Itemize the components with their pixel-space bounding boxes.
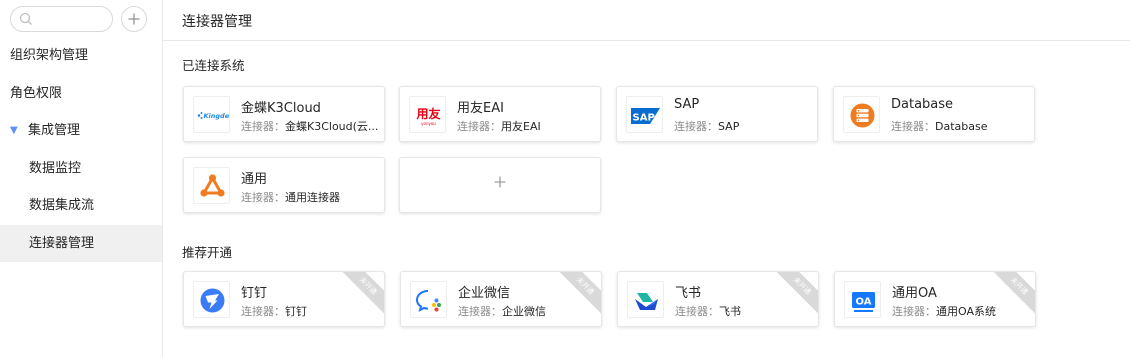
connector-value: 通用OA系统 (936, 305, 996, 318)
plus-icon (494, 176, 506, 188)
connector-subtitle: 连接器：飞书 (675, 303, 815, 319)
sap-icon: SAP (626, 96, 663, 133)
sidebar-item-connector-management[interactable]: 连接器管理 (0, 224, 162, 262)
connector-value: 用友EAI (501, 120, 541, 133)
connector-value: 企业微信 (502, 305, 546, 318)
connector-name: 用友EAI (457, 101, 504, 116)
sidebar: 组织架构管理 角色权限 ▼ 集成管理 数据监控 数据集成流 连接器管理 (0, 0, 163, 357)
sidebar-item-label: 数据集成流 (29, 198, 95, 213)
connector-prefix: 连接器： (674, 120, 718, 133)
connector-subtitle: 连接器：企业微信 (458, 303, 598, 319)
sidebar-item-integration[interactable]: ▼ 集成管理 (0, 112, 162, 150)
connector-card-dingtalk[interactable]: 钉钉 连接器：钉钉 未开通 (183, 271, 385, 327)
connector-name: 通用 (241, 172, 268, 187)
add-connector-card[interactable] (399, 157, 601, 213)
connector-value: 通用连接器 (285, 191, 340, 204)
sidebar-item-label: 数据监控 (29, 160, 82, 176)
section-title-recommended: 推荐开通 (182, 245, 233, 260)
connector-name: 金蝶K3Cloud (241, 101, 321, 116)
oa-icon: OA (844, 281, 881, 318)
connector-value: 金蝶K3Cloud(云... (285, 120, 379, 133)
caret-down-icon: ▼ (10, 124, 18, 136)
yonyou-logo-text: 用友 (415, 106, 440, 121)
connector-value: SAP (718, 120, 740, 133)
connector-name: Database (891, 97, 954, 112)
dingtalk-icon (193, 281, 230, 318)
wecom-icon (410, 281, 447, 318)
section-title-connected: 已连接系统 (182, 58, 245, 73)
connector-prefix: 连接器： (241, 191, 285, 204)
connector-card-sap[interactable]: SAP SAP 连接器：SAP (616, 86, 818, 142)
sidebar-item-label: 集成管理 (28, 123, 81, 138)
yonyou-logo-subtext: yonyou (421, 121, 436, 126)
connector-name: 飞书 (675, 286, 702, 301)
add-button[interactable] (121, 6, 147, 32)
connector-prefix: 连接器： (675, 305, 719, 318)
search-row (10, 6, 160, 32)
generic-connector-icon (193, 167, 230, 204)
sidebar-item-org-structure[interactable]: 组织架构管理 (0, 37, 162, 75)
connector-prefix: 连接器： (458, 305, 502, 318)
sidebar-item-label: 组织架构管理 (10, 48, 89, 63)
app-root: 组织架构管理 角色权限 ▼ 集成管理 数据监控 数据集成流 连接器管理 连接器管理… (0, 0, 1130, 357)
kingdee-logo-text: Kingdee (204, 112, 231, 120)
connector-prefix: 连接器： (457, 120, 501, 133)
connector-card-generic[interactable]: 通用 连接器：通用连接器 (183, 157, 385, 213)
connector-value: Database (935, 120, 988, 133)
sidebar-nav: 组织架构管理 角色权限 ▼ 集成管理 数据监控 数据集成流 连接器管理 (0, 37, 162, 262)
connector-prefix: 连接器： (241, 120, 285, 133)
connector-card-database[interactable]: Database 连接器：Database (833, 86, 1035, 142)
connector-subtitle: 连接器：金蝶K3Cloud(云... (241, 118, 381, 134)
connector-subtitle: 连接器：通用OA系统 (892, 303, 1032, 319)
search-box[interactable] (10, 6, 113, 32)
connector-card-feishu[interactable]: 飞书 连接器：飞书 未开通 (617, 271, 819, 327)
connector-card-yonyou[interactable]: 用友 yonyou 用友EAI 连接器：用友EAI (399, 86, 601, 142)
oa-logo-text: OA (856, 297, 872, 308)
connector-name: 企业微信 (458, 286, 511, 301)
sidebar-item-label: 连接器管理 (29, 235, 95, 251)
connector-prefix: 连接器： (892, 305, 936, 318)
search-input[interactable] (37, 10, 107, 28)
search-icon (19, 12, 32, 25)
sap-logo-text: SAP (633, 113, 655, 124)
sidebar-item-data-monitoring[interactable]: 数据监控 (0, 150, 162, 188)
connector-subtitle: 连接器：Database (891, 118, 1031, 134)
connector-subtitle: 连接器：通用连接器 (241, 189, 381, 205)
page-title: 连接器管理 (182, 14, 252, 30)
yonyou-icon: 用友 yonyou (409, 96, 446, 133)
connector-name: 通用OA (892, 286, 937, 301)
connector-subtitle: 连接器：用友EAI (457, 118, 597, 134)
kingdee-icon: Kingdee (193, 96, 230, 133)
connector-prefix: 连接器： (891, 120, 935, 133)
connector-value: 钉钉 (285, 305, 307, 318)
connector-value: 飞书 (719, 305, 741, 318)
connector-card-wecom[interactable]: 企业微信 连接器：企业微信 未开通 (400, 271, 602, 327)
connector-name: 钉钉 (241, 286, 268, 301)
database-icon (843, 96, 880, 133)
connector-subtitle: 连接器：钉钉 (241, 303, 381, 319)
sidebar-item-role-permissions[interactable]: 角色权限 (0, 75, 162, 113)
connector-prefix: 连接器： (241, 305, 285, 318)
feishu-icon (627, 281, 664, 318)
page-header: 连接器管理 (163, 0, 1130, 41)
main-content: 连接器管理 已连接系统 Kingdee 金蝶K3Cloud 连接器：金蝶K3Cl… (163, 0, 1130, 357)
sidebar-item-data-flow[interactable]: 数据集成流 (0, 187, 162, 225)
sidebar-item-label: 角色权限 (10, 85, 63, 101)
connector-card-kingdee[interactable]: Kingdee 金蝶K3Cloud 连接器：金蝶K3Cloud(云... (183, 86, 385, 142)
connector-subtitle: 连接器：SAP (674, 118, 814, 134)
connector-card-oa[interactable]: OA 通用OA 连接器：通用OA系统 未开通 (834, 271, 1036, 327)
connector-name: SAP (674, 97, 700, 112)
plus-icon (128, 13, 140, 25)
